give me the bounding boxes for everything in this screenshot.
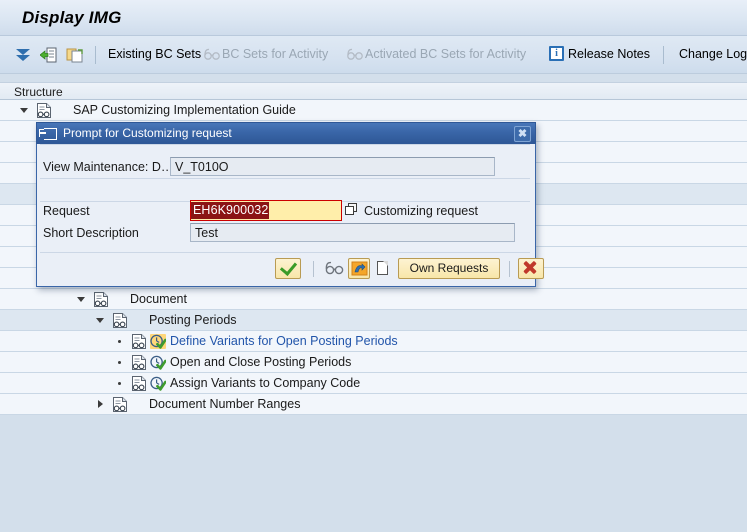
executed-activity-icon[interactable] (150, 334, 166, 349)
tree-leaf-dot-icon (118, 382, 121, 385)
import-document-icon[interactable] (40, 46, 58, 64)
short-description-label: Short Description (43, 226, 139, 240)
tree-row-label: Document (130, 292, 187, 306)
dialog-title-bar[interactable]: Prompt for Customizing request ✖ (36, 122, 536, 144)
expand-all-icon[interactable] (14, 46, 32, 64)
img-document-icon (132, 334, 146, 349)
customizing-request-dialog: Prompt for Customizing request ✖ View Ma… (36, 122, 536, 287)
structure-column-header[interactable]: Structure (0, 82, 747, 100)
sap-display-img-window: Display IMG (0, 0, 747, 532)
tree-row[interactable]: Document (0, 289, 747, 310)
application-toolbar: Existing BC Sets BC Sets for Activity Ac… (0, 36, 747, 74)
own-requests-label: Own Requests (399, 259, 499, 278)
img-document-icon (132, 376, 146, 391)
img-document-icon (37, 103, 51, 118)
executed-activity-icon[interactable] (150, 355, 166, 370)
cancel-button[interactable] (518, 258, 544, 279)
divider (40, 252, 530, 253)
tree-row[interactable]: Posting Periods (0, 310, 747, 331)
display-request-button[interactable] (324, 258, 346, 279)
tree-row-label: SAP Customizing Implementation Guide (73, 103, 296, 117)
glasses-icon (325, 261, 345, 277)
chevron-down-icon[interactable] (20, 106, 29, 115)
request-input-value: EH6K900032 (191, 202, 269, 219)
request-input[interactable]: EH6K900032 (191, 201, 341, 220)
tree-row[interactable]: SAP Customizing Implementation Guide (0, 100, 747, 121)
button-separator (509, 261, 510, 277)
img-document-icon (113, 313, 127, 328)
button-separator (313, 261, 314, 277)
window-title-bar: Display IMG (0, 0, 747, 36)
request-input-focus-ring: EH6K900032 (190, 200, 342, 221)
request-key-icon (351, 261, 369, 277)
toolbar-release-notes[interactable]: Release Notes (568, 47, 650, 61)
own-requests-button[interactable]: Own Requests (398, 258, 500, 279)
toolbar-separator (95, 46, 96, 64)
tree-row-label: Posting Periods (149, 313, 237, 327)
confirm-button[interactable] (275, 258, 301, 279)
red-x-icon (523, 261, 536, 274)
create-request-button[interactable] (348, 258, 370, 279)
document-prompt-icon (44, 128, 57, 140)
divider (40, 144, 530, 145)
toolbar-bc-sets-for-activity: BC Sets for Activity (222, 47, 328, 61)
tree-leaf-dot-icon (118, 340, 121, 343)
tree-row[interactable]: Document Number Ranges (0, 394, 747, 415)
toolbar-change-log[interactable]: Change Log (679, 47, 747, 61)
tree-row-label[interactable]: Define Variants for Open Posting Periods (170, 334, 398, 348)
tree-row-label: Document Number Ranges (149, 397, 300, 411)
toolbar-existing-bc-sets[interactable]: Existing BC Sets (108, 47, 201, 61)
request-label: Request (43, 204, 90, 218)
info-icon: i (549, 46, 564, 61)
chevron-down-icon[interactable] (96, 316, 105, 325)
glasses-icon (347, 48, 363, 61)
short-description-value: Test (190, 223, 515, 242)
request-type-hint: Customizing request (364, 204, 478, 218)
executed-activity-icon[interactable] (150, 376, 166, 391)
tree-row-label: Open and Close Posting Periods (170, 355, 351, 369)
toolbar-activated-bc-sets-for-activity: Activated BC Sets for Activity (365, 47, 526, 61)
tree-row[interactable]: Open and Close Posting Periods (0, 352, 747, 373)
new-page-icon (377, 261, 388, 275)
tree-row[interactable]: Assign Variants to Company Code (0, 373, 747, 394)
new-document-button[interactable] (372, 258, 394, 279)
chevron-down-icon[interactable] (77, 295, 86, 304)
dialog-title-text: Prompt for Customizing request (63, 126, 232, 140)
tree-row[interactable]: Define Variants for Open Posting Periods (0, 331, 747, 352)
toolbar-separator (663, 46, 664, 64)
close-icon[interactable]: ✖ (514, 126, 531, 142)
glasses-icon (204, 48, 220, 61)
img-document-icon (113, 397, 127, 412)
page-title: Display IMG (22, 8, 122, 28)
tree-row-label: Assign Variants to Company Code (170, 376, 360, 390)
value-help-icon[interactable] (345, 203, 359, 217)
divider (40, 178, 530, 179)
green-check-icon (280, 258, 297, 276)
img-document-icon (94, 292, 108, 307)
chevron-right-icon[interactable] (96, 400, 105, 409)
view-maintenance-value: V_T010O (170, 157, 495, 176)
structure-column-label: Structure (14, 85, 63, 99)
tree-leaf-dot-icon (118, 361, 121, 364)
img-document-icon (132, 355, 146, 370)
view-maintenance-label: View Maintenance: D… (43, 160, 173, 174)
copy-paste-icon[interactable] (66, 46, 84, 64)
